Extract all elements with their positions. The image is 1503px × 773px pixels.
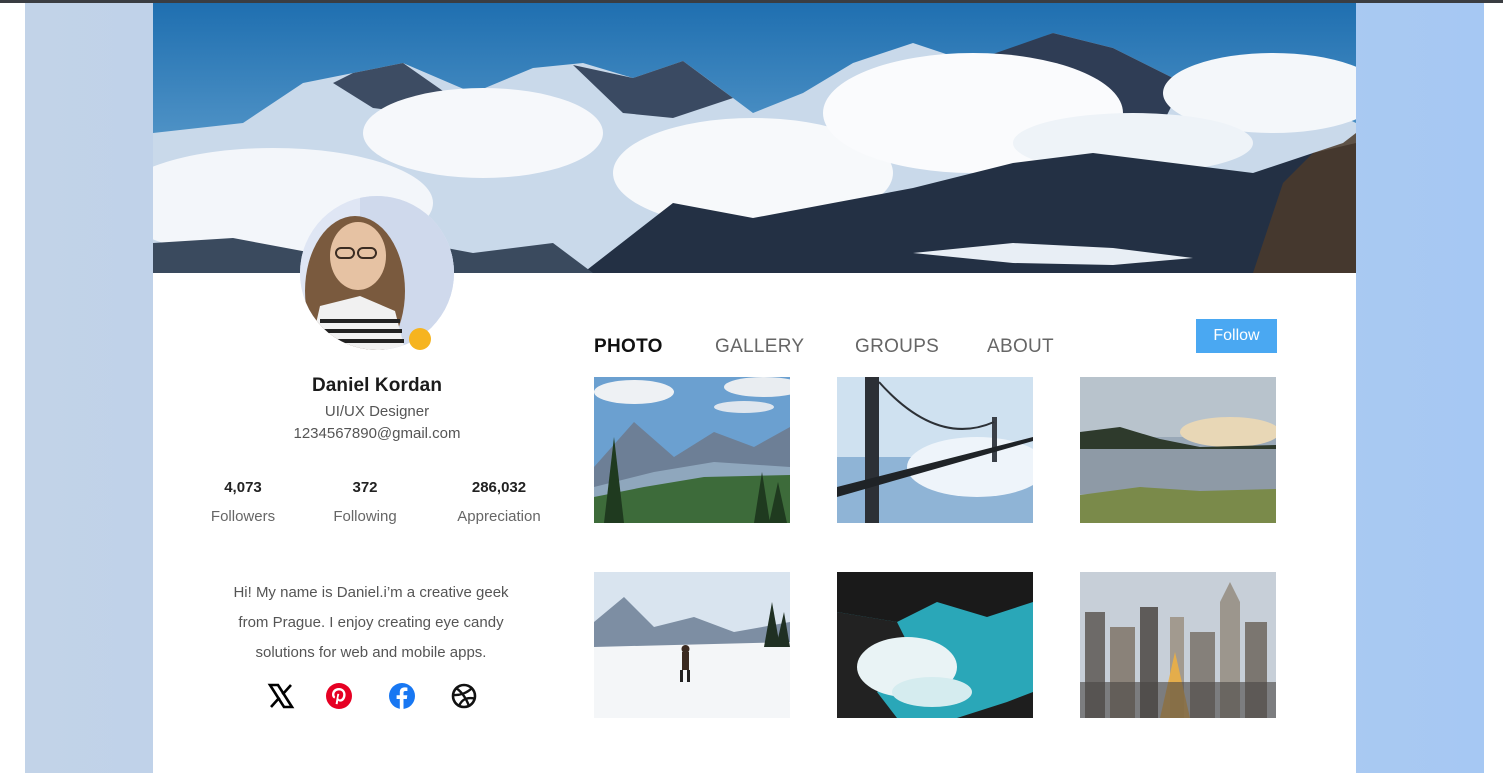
tab-gallery[interactable]: GALLERY xyxy=(715,336,804,358)
x-icon[interactable] xyxy=(267,682,295,710)
social-links xyxy=(153,682,601,712)
dribbble-icon[interactable] xyxy=(450,682,478,710)
snowy-hiker-photo[interactable] xyxy=(594,572,790,718)
online-status-dot xyxy=(409,328,431,350)
stat-value: 4,073 xyxy=(224,479,262,496)
city-skyline-photo[interactable] xyxy=(1080,572,1276,718)
pinterest-icon[interactable] xyxy=(325,682,353,710)
bio-line: Hi! My name is Daniel.i’m a creative gee… xyxy=(233,584,509,601)
profile-bio: Hi! My name is Daniel.i’m a creative gee… xyxy=(203,578,539,668)
profile-role: UI/UX Designer xyxy=(324,403,430,420)
stat-value: 286,032 xyxy=(471,479,527,496)
tab-photo[interactable]: PHOTO xyxy=(594,336,663,358)
follow-button[interactable]: Follow xyxy=(1196,319,1277,353)
profile-card: Daniel Kordan UI/UX Designer 1234567890@… xyxy=(153,3,1356,773)
stat-appreciation[interactable]: 286,032 Appreciation xyxy=(443,479,555,525)
profile-name: Daniel Kordan xyxy=(311,375,443,396)
tab-groups[interactable]: GROUPS xyxy=(855,336,939,358)
ocean-rocks-waves-photo[interactable] xyxy=(837,572,1033,718)
tab-about[interactable]: ABOUT xyxy=(987,336,1054,358)
lake-sunset-photo[interactable] xyxy=(1080,377,1276,523)
stat-followers[interactable]: 4,073 Followers xyxy=(198,479,288,525)
bio-line: solutions for web and mobile apps. xyxy=(255,644,487,661)
facebook-icon[interactable] xyxy=(388,682,416,710)
stat-label: Appreciation xyxy=(457,508,541,525)
golden-gate-bridge-fog-photo[interactable] xyxy=(837,377,1033,523)
profile-email[interactable]: 1234567890@gmail.com xyxy=(153,425,601,442)
mountain-valley-photo[interactable] xyxy=(594,377,790,523)
avatar[interactable] xyxy=(300,196,454,350)
stat-value: 372 xyxy=(352,479,378,496)
bio-line: from Prague. I enjoy creating eye candy xyxy=(238,614,504,631)
stat-label: Followers xyxy=(210,508,276,525)
stat-label: Following xyxy=(333,508,397,525)
stat-following[interactable]: 372 Following xyxy=(320,479,410,525)
